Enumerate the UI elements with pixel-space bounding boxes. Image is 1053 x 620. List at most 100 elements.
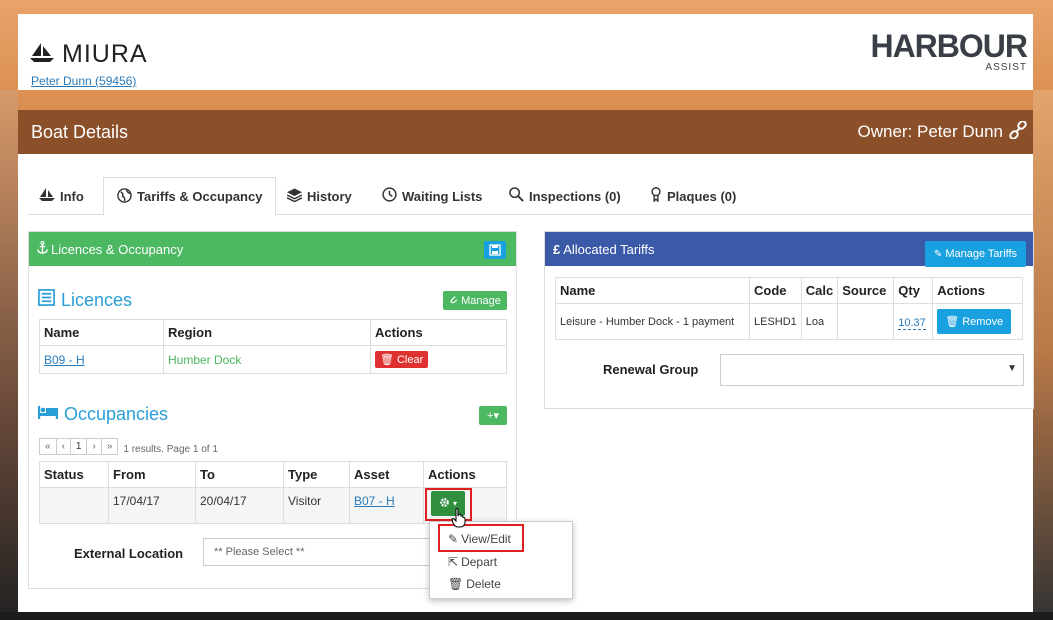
background-bottom: [0, 612, 1053, 620]
column-header: From: [108, 461, 196, 488]
licences-heading: Licences: [38, 289, 132, 311]
background-right: [1033, 90, 1053, 620]
tab-history[interactable]: History: [286, 177, 352, 215]
tariff-calc-cell: Loa: [800, 303, 839, 340]
occupancies-header-row: Status From To Type Asset Actions: [39, 461, 507, 488]
trash-icon: 🗑: [380, 354, 394, 366]
sailboat-icon: [39, 187, 55, 205]
app-name: MIURA: [62, 40, 148, 68]
allocated-tariffs-panel: £ Allocated Tariffs ✎ Manage Tariffs Nam…: [544, 231, 1034, 409]
licences-table: Name Region Actions B09 - H Humber Dock …: [39, 319, 507, 374]
clear-button[interactable]: 🗑 Clear: [375, 351, 429, 368]
tab-info[interactable]: Info: [39, 177, 84, 215]
add-occupancy-button[interactable]: +▾: [479, 406, 507, 425]
tab-tariffs-label: Tariffs & Occupancy: [137, 189, 263, 204]
clock-icon: [382, 187, 397, 205]
tariff-source-cell: [837, 303, 895, 340]
page-number-button[interactable]: 1: [69, 438, 88, 455]
pager-summary: 1 results. Page 1 of 1: [123, 444, 218, 455]
renewal-group-select[interactable]: ▼: [720, 354, 1024, 386]
remove-tariff-button[interactable]: 🗑 Remove: [937, 309, 1012, 334]
occupancy-type-cell: Visitor: [283, 487, 350, 524]
tariff-code-cell: LESHD1: [749, 303, 802, 340]
tab-inspections-label: Inspections (0): [529, 188, 621, 204]
page-next-button[interactable]: ›: [86, 438, 102, 455]
manage-licences-button[interactable]: Manage: [443, 291, 507, 310]
external-location-label: External Location: [74, 546, 184, 561]
brand-logo: HARBOUR ASSIST: [870, 28, 1028, 73]
bed-icon: [38, 404, 58, 425]
layers-icon: [286, 187, 303, 205]
trash-icon: 🗑: [448, 577, 464, 591]
tariffs-header-row: Name Code Calc Source Qty Actions: [555, 277, 1023, 304]
menu-item-depart[interactable]: ⇱ Depart: [448, 555, 497, 569]
column-header: Actions: [423, 461, 507, 488]
add-occupancy-label: +▾: [487, 410, 499, 422]
user-profile-link[interactable]: Peter Dunn (59456): [31, 74, 136, 88]
clear-label: Clear: [396, 353, 424, 366]
owner-info[interactable]: Owner: Peter Dunn: [857, 119, 1027, 144]
exit-icon: ⇱: [448, 555, 459, 569]
tab-inspections[interactable]: Inspections (0): [509, 177, 621, 215]
licence-name-link[interactable]: B09 - H: [44, 353, 85, 367]
table-row: Leisure - Humber Dock - 1 payment LESHD1…: [555, 303, 1023, 340]
menu-item-delete[interactable]: 🗑 Delete: [448, 577, 501, 591]
manage-tariffs-button[interactable]: ✎ Manage Tariffs: [925, 241, 1026, 267]
occupancy-asset-cell: B07 - H: [349, 487, 424, 524]
column-header: Region: [163, 319, 371, 346]
page-title: Boat Details: [31, 121, 129, 142]
tariffs-panel-title: Allocated Tariffs: [563, 241, 655, 257]
globe-icon: [117, 187, 132, 206]
tab-waiting-lists[interactable]: Waiting Lists: [382, 177, 482, 215]
tab-tariffs-occupancy[interactable]: Tariffs & Occupancy: [103, 177, 277, 216]
tariffs-table: Name Code Calc Source Qty Actions Leisur…: [555, 277, 1023, 340]
search-icon: [509, 187, 524, 205]
pound-icon: £: [553, 241, 561, 257]
tab-plaques[interactable]: Plaques (0): [650, 177, 736, 215]
page-first-button[interactable]: «: [39, 438, 57, 455]
paperclip-icon: [449, 294, 458, 307]
page-prev-button[interactable]: ‹: [55, 438, 71, 455]
column-header: Calc: [800, 277, 839, 304]
licences-panel-header: Licences & Occupancy: [29, 232, 516, 266]
award-icon: [650, 187, 662, 205]
tariff-qty-editable[interactable]: 10.37: [898, 316, 926, 330]
column-header: Type: [283, 461, 350, 488]
column-header: To: [195, 461, 284, 488]
column-header: Status: [39, 461, 109, 488]
licences-header-row: Name Region Actions: [39, 319, 507, 346]
background-left: [0, 90, 18, 620]
pagination: « ‹ 1 › » 1 results. Page 1 of 1: [39, 438, 218, 455]
manage-tariffs-label: Manage Tariffs: [945, 248, 1018, 260]
column-header: Code: [749, 277, 802, 304]
external-location-select[interactable]: ** Please Select **: [203, 538, 438, 566]
save-icon[interactable]: [484, 241, 506, 259]
page-title-bar: Boat Details Owner: Peter Dunn: [18, 110, 1033, 154]
page-last-button[interactable]: »: [100, 438, 119, 455]
occupancy-asset-link[interactable]: B07 - H: [354, 494, 395, 508]
licences-panel-title: Licences & Occupancy: [51, 241, 184, 257]
licence-actions-cell: 🗑 Clear: [370, 345, 507, 374]
tariff-qty-cell: 10.37: [893, 303, 934, 340]
tab-waiting-label: Waiting Lists: [402, 188, 483, 204]
depart-label: Depart: [461, 555, 498, 569]
anchor-icon: [37, 240, 48, 257]
sailboat-icon: [30, 43, 54, 66]
column-header: Actions: [932, 277, 1023, 304]
table-row: B09 - H Humber Dock 🗑 Clear: [39, 345, 507, 374]
occupancy-status-cell: [39, 487, 109, 524]
app-logo[interactable]: MIURA: [30, 40, 148, 69]
hand-cursor-icon: [451, 508, 467, 531]
owner-label: Owner: Peter Dunn: [857, 122, 1003, 141]
column-header: Name: [555, 277, 750, 304]
manage-label: Manage: [461, 294, 501, 307]
occupancy-from-cell: 17/04/17: [108, 487, 196, 524]
app-header: MIURA Peter Dunn (59456) HARBOUR ASSIST: [18, 14, 1033, 90]
tab-history-label: History: [307, 188, 352, 204]
tariff-name-cell: Leisure - Humber Dock - 1 payment: [555, 303, 750, 340]
licences-title: Licences: [61, 289, 133, 310]
licence-region-cell: Humber Dock: [163, 345, 371, 374]
column-header: Qty: [893, 277, 934, 304]
brand-name: HARBOUR: [870, 28, 1028, 64]
list-icon: [38, 289, 55, 311]
